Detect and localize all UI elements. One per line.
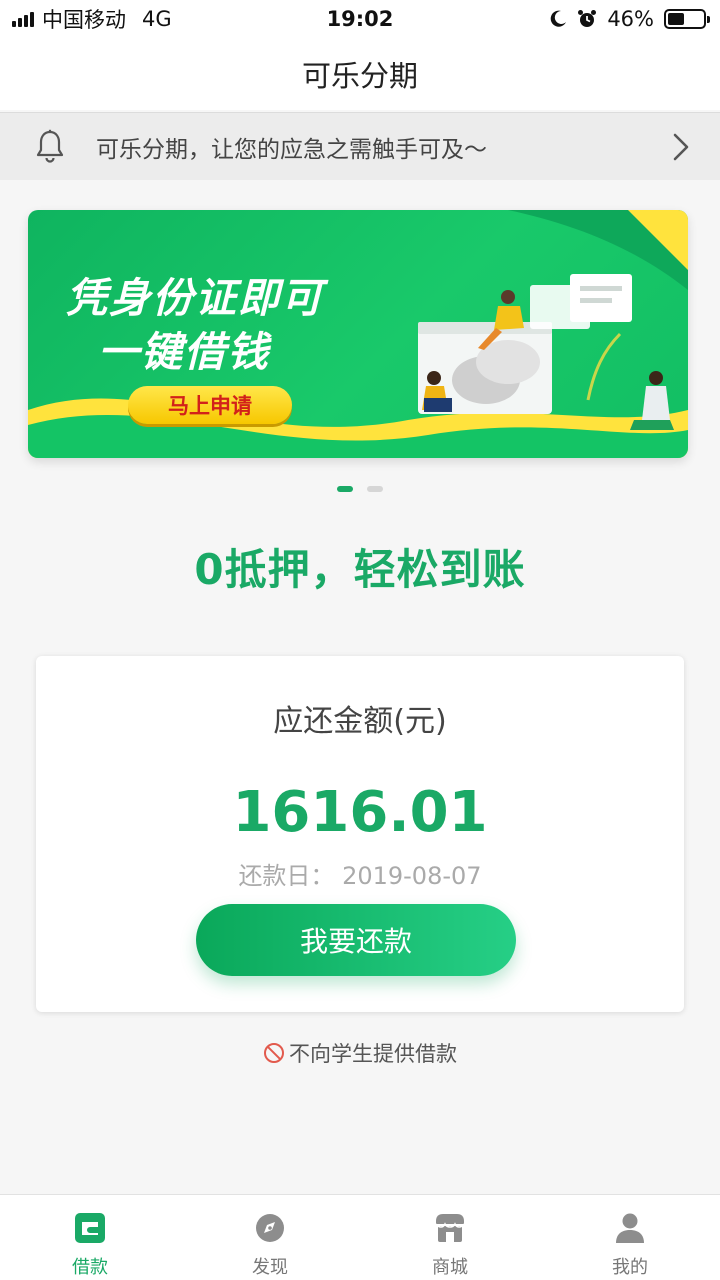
carousel-dot[interactable] (337, 486, 353, 492)
page-title: 可乐分期 (301, 59, 418, 93)
bell-icon (36, 129, 64, 163)
page-header: 可乐分期 (0, 38, 720, 110)
student-note-text: 不向学生提供借款 (289, 1042, 457, 1066)
due-date: 还款日： 2019-08-07 (238, 862, 482, 890)
battery-percent: 46% (607, 7, 654, 31)
banner-illustration (418, 274, 674, 430)
compass-icon (256, 1214, 284, 1242)
tab-mine[interactable]: 我的 (540, 1195, 720, 1280)
amount-due-label: 应还金额(元) (273, 704, 447, 739)
repay-button[interactable]: 我要还款 (196, 904, 516, 976)
repayment-card: 应还金额(元) 1616.01 还款日： 2019-08-07 我要还款 (36, 656, 684, 1012)
apply-now-button[interactable]: 马上申请 (128, 386, 292, 424)
notice-bar[interactable]: 可乐分期，让您的应急之需触手可及～ (0, 112, 720, 180)
tab-loan[interactable]: 借款 (0, 1195, 180, 1280)
tab-label: 商城 (432, 1257, 468, 1278)
prohibited-icon (264, 1043, 284, 1063)
tab-label: 借款 (72, 1257, 108, 1278)
bottom-tab-bar: 借款 发现 商城 我的 (0, 1194, 720, 1280)
user-icon (616, 1213, 644, 1243)
carousel-dot[interactable] (367, 486, 383, 492)
tab-label: 发现 (252, 1257, 288, 1278)
status-bar: 中国移动 4G 19:02 46% (0, 0, 720, 38)
alarm-icon (578, 10, 597, 27)
chevron-right-icon[interactable] (672, 133, 690, 161)
moon-icon (551, 10, 567, 27)
tab-label: 我的 (612, 1257, 648, 1278)
amount-due-value: 1616.01 (232, 780, 488, 845)
wallet-icon (75, 1213, 105, 1243)
carousel-dots (0, 486, 720, 492)
battery-icon (664, 9, 710, 29)
status-right: 46% (549, 7, 710, 31)
carrier-name: 中国移动 (42, 8, 126, 32)
student-note: 不向学生提供借款 (0, 1038, 720, 1068)
slogan: 0抵押，轻松到账 (194, 545, 526, 594)
signal-icon (12, 11, 34, 27)
banner-headline-2: 一键借钱 (98, 328, 270, 376)
promo-banner[interactable]: 凭身份证即可 一键借钱 马上申请 (28, 210, 688, 458)
banner-headline-1: 凭身份证即可 (66, 274, 324, 322)
store-icon (435, 1214, 465, 1242)
status-left: 中国移动 4G (12, 4, 172, 34)
notice-text: 可乐分期，让您的应急之需触手可及～ (96, 136, 487, 163)
battery-fill (668, 13, 684, 25)
network-type: 4G (142, 7, 172, 31)
tab-store[interactable]: 商城 (360, 1195, 540, 1280)
tab-discover[interactable]: 发现 (180, 1195, 360, 1280)
